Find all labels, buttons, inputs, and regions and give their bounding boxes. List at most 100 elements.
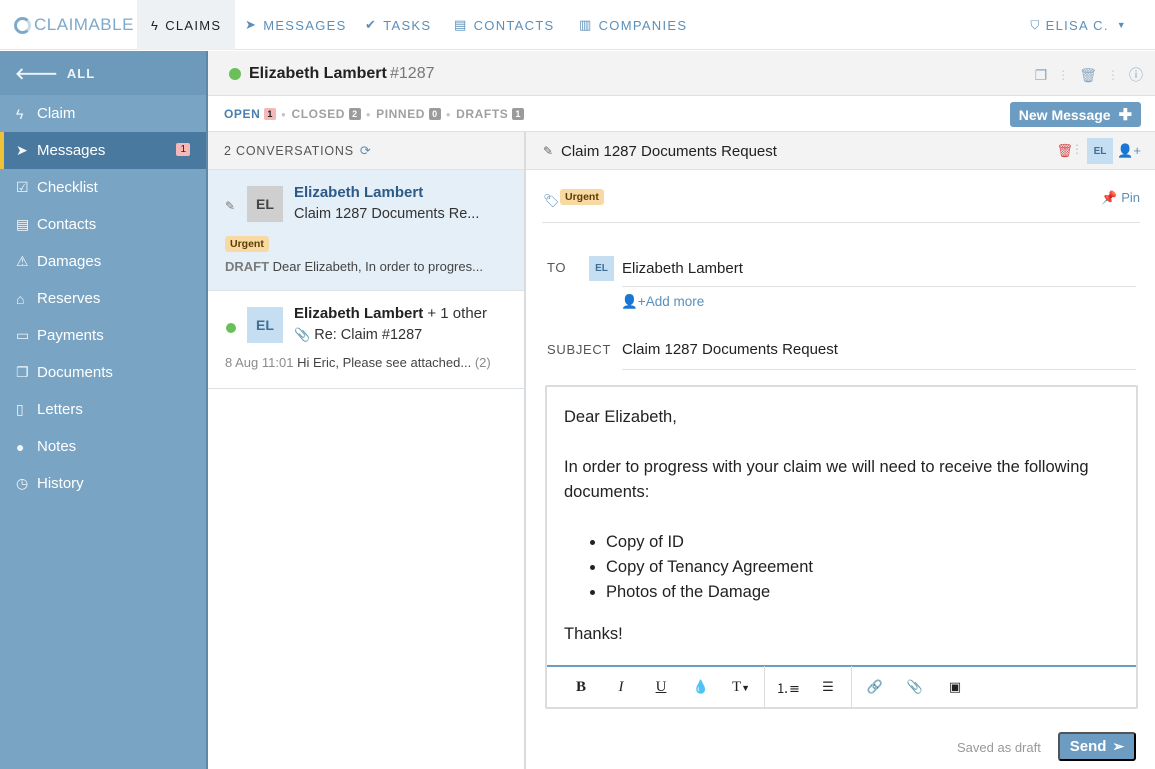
paper-plane-icon: ➢: [1112, 738, 1125, 754]
pin-button[interactable]: 📌 Pin: [1101, 190, 1140, 206]
sidebar-item-messages[interactable]: ➤ Messages 1: [0, 132, 206, 169]
hash-icon: #: [390, 65, 399, 82]
link-icon[interactable]: 🔗: [855, 680, 895, 695]
conversation-preview-text: Hi Eric, Please see attached...: [297, 355, 472, 370]
nav-messages[interactable]: ➤ MESSAGES: [245, 0, 347, 50]
app-logo[interactable]: CLAIMABLE: [14, 13, 134, 37]
comment-icon: ●: [16, 438, 25, 455]
nav-tasks-label: TASKS: [383, 17, 432, 33]
list-item: Copy of Tenancy Agreement: [606, 555, 1124, 580]
urgent-tag[interactable]: Urgent: [560, 189, 604, 205]
filter-open-count: 1: [264, 108, 277, 120]
sidebar-item-letters[interactable]: ▯ Letters: [0, 391, 206, 428]
separator-dot-icon: ●: [365, 109, 372, 119]
filter-closed[interactable]: CLOSED 2: [291, 107, 361, 121]
message-body[interactable]: Dear Elizabeth, In order to progress wit…: [564, 405, 1124, 672]
add-user-icon[interactable]: 👤+: [1117, 143, 1141, 159]
letter-icon: ▯: [16, 401, 24, 417]
send-button[interactable]: Send ➢: [1058, 732, 1136, 761]
sidebar-item-contacts[interactable]: ▤ Contacts: [0, 206, 206, 243]
avatar: EL: [247, 186, 283, 222]
pencil-icon: ✎: [225, 199, 236, 213]
sidebar-item-reserves[interactable]: ⌂ Reserves: [0, 280, 206, 317]
info-icon[interactable]: ⓘ: [1129, 65, 1143, 85]
conversation-list: 2 CONVERSATIONS ⟳ ✎ EL Elizabeth Lambert…: [208, 132, 526, 769]
copy-icon[interactable]: ❐: [1035, 67, 1048, 84]
sidebar-item-label: Documents: [37, 364, 113, 381]
sidebar-item-payments[interactable]: ▭ Payments: [0, 317, 206, 354]
sidebar-item-history[interactable]: ◷ History: [0, 465, 206, 502]
subject-input[interactable]: Claim 1287 Documents Request: [622, 341, 838, 358]
more-dots-icon[interactable]: ⋮: [1071, 142, 1083, 156]
paper-plane-icon: ➤: [245, 17, 258, 32]
add-more-label: Add more: [645, 294, 705, 309]
filter-closed-count: 2: [349, 108, 361, 120]
pencil-icon: ✎: [543, 144, 554, 158]
sidebar-all-label: ALL: [66, 65, 96, 81]
tag-icon[interactable]: 🏷: [543, 193, 560, 209]
participant-avatar[interactable]: EL: [1087, 138, 1113, 164]
messages-count-badge: 1: [176, 143, 190, 156]
filter-drafts-count: 1: [512, 108, 524, 120]
new-message-label: New Message: [1018, 106, 1111, 123]
sidebar-item-label: History: [37, 475, 84, 492]
warning-icon: ⚠: [16, 253, 29, 269]
bold-button[interactable]: B: [561, 679, 601, 696]
italic-button[interactable]: I: [601, 679, 641, 696]
unordered-list-icon[interactable]: ☰: [808, 680, 848, 695]
sidebar-item-label: Damages: [37, 253, 102, 270]
nav-claims-label: CLAIMS: [165, 17, 222, 33]
toolbar-divider: [764, 666, 765, 708]
refresh-icon[interactable]: ⟳: [360, 143, 372, 159]
body-greeting: Dear Elizabeth,: [564, 408, 677, 426]
separator-dot-icon: ●: [445, 109, 452, 119]
more-dots-icon[interactable]: ⋮: [1057, 68, 1069, 82]
message-header: ✎ Claim 1287 Documents Request 🗑 ⋮ EL 👤+: [526, 132, 1155, 170]
contact-card-icon: ▤: [454, 17, 468, 32]
nav-contacts[interactable]: ▤ CONTACTS: [454, 0, 555, 50]
filter-open[interactable]: OPEN 1: [224, 107, 277, 121]
add-more-recipients-link[interactable]: 👤+Add more: [621, 294, 704, 310]
sidebar-item-claim[interactable]: ϟ Claim: [0, 95, 206, 132]
nav-companies[interactable]: ▥ COMPANIES: [579, 0, 687, 50]
toolbar-divider: [851, 666, 852, 708]
color-drop-icon[interactable]: 💧: [681, 680, 721, 695]
conversation-item[interactable]: ✎ EL Elizabeth Lambert Claim 1287 Docume…: [208, 170, 524, 291]
sidebar-item-notes[interactable]: ● Notes: [0, 428, 206, 465]
conversation-contact-name-text: Elizabeth Lambert: [294, 305, 424, 322]
pin-icon: 📌: [1101, 190, 1118, 205]
message-compose-pane: ✎ Claim 1287 Documents Request 🗑 ⋮ EL 👤+…: [526, 132, 1155, 769]
more-dots-icon[interactable]: ⋮: [1107, 68, 1119, 82]
sidebar-item-damages[interactable]: ⚠ Damages: [0, 243, 206, 280]
conversation-count: 2 CONVERSATIONS: [224, 143, 354, 158]
recipient-name[interactable]: Elizabeth Lambert: [622, 260, 743, 277]
sidebar-item-documents[interactable]: ❐ Documents: [0, 354, 206, 391]
user-menu[interactable]: ⛉ ELISA C. ▼: [1030, 0, 1127, 50]
nav-claims[interactable]: ϟ CLAIMS: [137, 0, 236, 50]
sidebar-item-checklist[interactable]: ☑ Checklist: [0, 169, 206, 206]
claim-number-value: 1287: [398, 65, 435, 82]
trash-icon[interactable]: 🗑: [1079, 67, 1097, 84]
conversation-preview-text: Dear Elizabeth, In order to progres...: [272, 259, 483, 274]
add-user-icon: 👤+: [621, 294, 646, 309]
ordered-list-icon[interactable]: ⒈≡: [768, 678, 808, 697]
attachment-icon[interactable]: 📎: [895, 680, 935, 695]
credit-card-icon: ▭: [16, 327, 30, 343]
filter-pinned[interactable]: PINNED 0: [376, 107, 441, 121]
underline-button[interactable]: U: [641, 679, 681, 696]
conversation-item[interactable]: EL Elizabeth Lambert + 1 other 📎 Re: Cla…: [208, 291, 524, 389]
sidebar-back-all[interactable]: 🡐 ALL: [0, 51, 206, 95]
new-message-button[interactable]: New Message ✚: [1009, 102, 1141, 127]
text-size-button[interactable]: T▼: [721, 679, 761, 696]
conversation-contact-name: Elizabeth Lambert + 1 other: [294, 305, 487, 322]
status-dot-icon: [229, 68, 241, 80]
message-tag-row: 🏷 Urgent 📌 Pin: [542, 187, 1140, 223]
sidebar-item-label: Claim: [37, 105, 76, 122]
conversation-preview: 8 Aug 11:01 Hi Eric, Please see attached…: [225, 355, 491, 370]
filter-drafts[interactable]: DRAFTS 1: [456, 107, 524, 121]
editor-toolbar: B I U 💧 T▼ ⒈≡ ☰ 🔗 📎 ▣: [547, 665, 1136, 708]
message-body-editor[interactable]: Dear Elizabeth, In order to progress wit…: [545, 385, 1138, 709]
list-item: Photos of the Damage: [606, 580, 1124, 605]
nav-tasks[interactable]: ✔ TASKS: [365, 0, 431, 50]
image-icon[interactable]: ▣: [935, 680, 975, 695]
